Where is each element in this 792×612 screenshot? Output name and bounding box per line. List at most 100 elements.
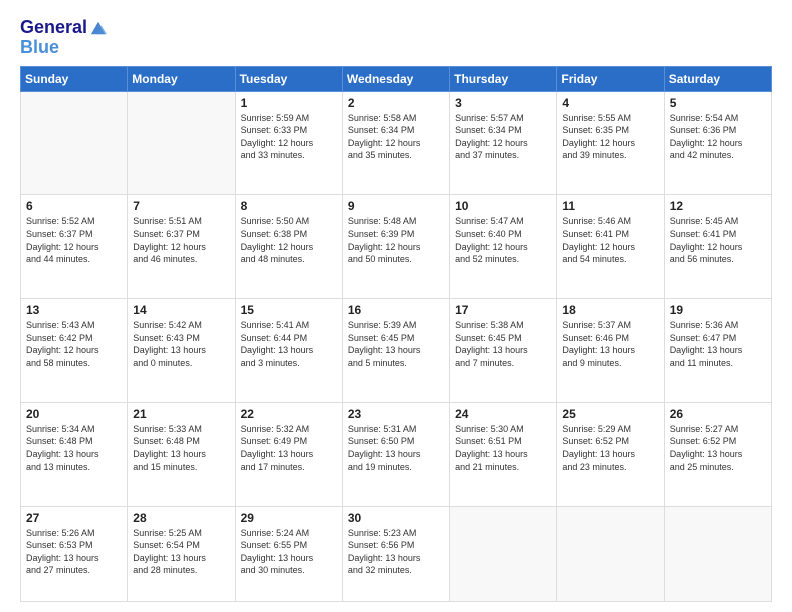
calendar-cell: 6 Sunrise: 5:52 AM Sunset: 6:37 PM Daylig…: [21, 195, 128, 299]
day-info: Sunrise: 5:30 AM Sunset: 6:51 PM Dayligh…: [455, 423, 551, 473]
calendar-cell: 22 Sunrise: 5:32 AM Sunset: 6:49 PM Dayli…: [235, 402, 342, 506]
day-info: Sunrise: 5:39 AM Sunset: 6:45 PM Dayligh…: [348, 319, 444, 369]
calendar-cell: 26Sunrise: 5:27 AM Sunset: 6:52 PM Dayli…: [664, 402, 771, 506]
day-number: 23: [348, 407, 444, 421]
day-info: Sunrise: 5:57 AM Sunset: 6:34 PM Dayligh…: [455, 112, 551, 162]
day-info: Sunrise: 5:52 AM Sunset: 6:37 PM Dayligh…: [26, 215, 122, 265]
calendar-cell: 7 Sunrise: 5:51 AM Sunset: 6:37 PM Daylig…: [128, 195, 235, 299]
calendar-cell: 14Sunrise: 5:42 AM Sunset: 6:43 PM Dayli…: [128, 299, 235, 403]
day-info: Sunrise: 5:45 AM Sunset: 6:41 PM Dayligh…: [670, 215, 766, 265]
day-number: 24: [455, 407, 551, 421]
day-info: Sunrise: 5:54 AM Sunset: 6:36 PM Dayligh…: [670, 112, 766, 162]
logo-text-blue: Blue: [20, 38, 59, 58]
calendar-cell: [664, 506, 771, 601]
day-number: 1: [241, 96, 337, 110]
day-number: 21: [133, 407, 229, 421]
day-number: 8: [241, 199, 337, 213]
calendar-cell: [450, 506, 557, 601]
day-info: Sunrise: 5:27 AM Sunset: 6:52 PM Dayligh…: [670, 423, 766, 473]
logo-text-general: General: [20, 18, 87, 38]
calendar-cell: 28Sunrise: 5:25 AM Sunset: 6:54 PM Dayli…: [128, 506, 235, 601]
page: General Blue SundayMondayTuesdayWednesda…: [0, 0, 792, 612]
day-number: 25: [562, 407, 658, 421]
day-number: 6: [26, 199, 122, 213]
day-number: 13: [26, 303, 122, 317]
calendar-header-row: SundayMondayTuesdayWednesdayThursdayFrid…: [21, 66, 772, 91]
calendar-week-1: 6 Sunrise: 5:52 AM Sunset: 6:37 PM Daylig…: [21, 195, 772, 299]
day-number: 29: [241, 511, 337, 525]
day-number: 3: [455, 96, 551, 110]
calendar-cell: 17Sunrise: 5:38 AM Sunset: 6:45 PM Dayli…: [450, 299, 557, 403]
day-info: Sunrise: 5:51 AM Sunset: 6:37 PM Dayligh…: [133, 215, 229, 265]
day-info: Sunrise: 5:29 AM Sunset: 6:52 PM Dayligh…: [562, 423, 658, 473]
calendar-week-3: 20 Sunrise: 5:34 AM Sunset: 6:48 PM Dayli…: [21, 402, 772, 506]
day-info: Sunrise: 5:23 AM Sunset: 6:56 PM Dayligh…: [348, 527, 444, 577]
day-info: Sunrise: 5:41 AM Sunset: 6:44 PM Dayligh…: [241, 319, 337, 369]
day-number: 9: [348, 199, 444, 213]
calendar-cell: 24 Sunrise: 5:30 AM Sunset: 6:51 PM Dayli…: [450, 402, 557, 506]
day-number: 22: [241, 407, 337, 421]
calendar-week-2: 13 Sunrise: 5:43 AM Sunset: 6:42 PM Dayli…: [21, 299, 772, 403]
day-info: Sunrise: 5:50 AM Sunset: 6:38 PM Dayligh…: [241, 215, 337, 265]
col-header-sunday: Sunday: [21, 66, 128, 91]
calendar-week-4: 27 Sunrise: 5:26 AM Sunset: 6:53 PM Dayli…: [21, 506, 772, 601]
day-number: 30: [348, 511, 444, 525]
calendar-cell: [128, 91, 235, 195]
day-info: Sunrise: 5:55 AM Sunset: 6:35 PM Dayligh…: [562, 112, 658, 162]
day-info: Sunrise: 5:31 AM Sunset: 6:50 PM Dayligh…: [348, 423, 444, 473]
day-info: Sunrise: 5:32 AM Sunset: 6:49 PM Dayligh…: [241, 423, 337, 473]
day-number: 19: [670, 303, 766, 317]
day-number: 12: [670, 199, 766, 213]
logo: General Blue: [20, 18, 107, 58]
day-info: Sunrise: 5:47 AM Sunset: 6:40 PM Dayligh…: [455, 215, 551, 265]
day-info: Sunrise: 5:33 AM Sunset: 6:48 PM Dayligh…: [133, 423, 229, 473]
calendar-cell: 16 Sunrise: 5:39 AM Sunset: 6:45 PM Dayli…: [342, 299, 449, 403]
calendar-cell: 5 Sunrise: 5:54 AM Sunset: 6:36 PM Daylig…: [664, 91, 771, 195]
calendar-cell: 11 Sunrise: 5:46 AM Sunset: 6:41 PM Dayli…: [557, 195, 664, 299]
day-info: Sunrise: 5:37 AM Sunset: 6:46 PM Dayligh…: [562, 319, 658, 369]
header: General Blue: [20, 18, 772, 58]
calendar-cell: [21, 91, 128, 195]
logo-icon: [89, 19, 107, 37]
day-info: Sunrise: 5:36 AM Sunset: 6:47 PM Dayligh…: [670, 319, 766, 369]
day-number: 4: [562, 96, 658, 110]
calendar-cell: 15Sunrise: 5:41 AM Sunset: 6:44 PM Dayli…: [235, 299, 342, 403]
calendar-cell: 4 Sunrise: 5:55 AM Sunset: 6:35 PM Daylig…: [557, 91, 664, 195]
day-number: 10: [455, 199, 551, 213]
col-header-wednesday: Wednesday: [342, 66, 449, 91]
calendar-cell: 10 Sunrise: 5:47 AM Sunset: 6:40 PM Dayli…: [450, 195, 557, 299]
day-info: Sunrise: 5:26 AM Sunset: 6:53 PM Dayligh…: [26, 527, 122, 577]
calendar-table: SundayMondayTuesdayWednesdayThursdayFrid…: [20, 66, 772, 602]
day-number: 28: [133, 511, 229, 525]
calendar-cell: 12 Sunrise: 5:45 AM Sunset: 6:41 PM Dayli…: [664, 195, 771, 299]
calendar-cell: 27 Sunrise: 5:26 AM Sunset: 6:53 PM Dayli…: [21, 506, 128, 601]
col-header-saturday: Saturday: [664, 66, 771, 91]
calendar-cell: 25 Sunrise: 5:29 AM Sunset: 6:52 PM Dayli…: [557, 402, 664, 506]
calendar-cell: 30 Sunrise: 5:23 AM Sunset: 6:56 PM Dayli…: [342, 506, 449, 601]
day-number: 27: [26, 511, 122, 525]
calendar-cell: 3 Sunrise: 5:57 AM Sunset: 6:34 PM Daylig…: [450, 91, 557, 195]
col-header-thursday: Thursday: [450, 66, 557, 91]
col-header-friday: Friday: [557, 66, 664, 91]
calendar-cell: 29 Sunrise: 5:24 AM Sunset: 6:55 PM Dayli…: [235, 506, 342, 601]
day-info: Sunrise: 5:58 AM Sunset: 6:34 PM Dayligh…: [348, 112, 444, 162]
day-number: 11: [562, 199, 658, 213]
day-number: 18: [562, 303, 658, 317]
calendar-cell: 18 Sunrise: 5:37 AM Sunset: 6:46 PM Dayli…: [557, 299, 664, 403]
day-number: 2: [348, 96, 444, 110]
day-info: Sunrise: 5:59 AM Sunset: 6:33 PM Dayligh…: [241, 112, 337, 162]
day-info: Sunrise: 5:24 AM Sunset: 6:55 PM Dayligh…: [241, 527, 337, 577]
day-number: 20: [26, 407, 122, 421]
day-number: 5: [670, 96, 766, 110]
day-number: 14: [133, 303, 229, 317]
day-number: 7: [133, 199, 229, 213]
day-info: Sunrise: 5:34 AM Sunset: 6:48 PM Dayligh…: [26, 423, 122, 473]
calendar-cell: 2 Sunrise: 5:58 AM Sunset: 6:34 PM Daylig…: [342, 91, 449, 195]
calendar-cell: 13 Sunrise: 5:43 AM Sunset: 6:42 PM Dayli…: [21, 299, 128, 403]
calendar-cell: 8 Sunrise: 5:50 AM Sunset: 6:38 PM Daylig…: [235, 195, 342, 299]
calendar-cell: 23 Sunrise: 5:31 AM Sunset: 6:50 PM Dayli…: [342, 402, 449, 506]
day-info: Sunrise: 5:43 AM Sunset: 6:42 PM Dayligh…: [26, 319, 122, 369]
day-info: Sunrise: 5:46 AM Sunset: 6:41 PM Dayligh…: [562, 215, 658, 265]
day-info: Sunrise: 5:38 AM Sunset: 6:45 PM Dayligh…: [455, 319, 551, 369]
day-number: 16: [348, 303, 444, 317]
